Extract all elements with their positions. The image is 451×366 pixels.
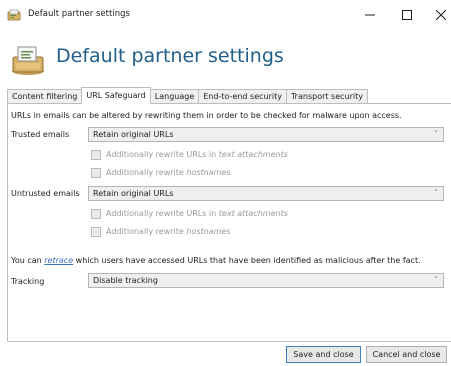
- trusted-emails-value: Retain original URLs: [93, 130, 174, 139]
- tracking-value: Disable tracking: [93, 276, 158, 285]
- untrusted-emails-select[interactable]: Retain original URLs ˅: [88, 186, 444, 201]
- tracking-select[interactable]: Disable tracking ˅: [88, 273, 444, 288]
- cancel-and-close-button[interactable]: Cancel and close: [366, 346, 447, 363]
- untrusted-rewrite-hostnames-label: Additionally rewrite hostnames: [106, 227, 231, 236]
- trusted-emails-select[interactable]: Retain original URLs ˅: [88, 127, 444, 142]
- intro-text: URLs in emails can be altered by rewriti…: [11, 111, 402, 120]
- chevron-down-icon: ˅: [434, 276, 439, 284]
- close-icon: [436, 10, 446, 20]
- tab-end-to-end-security[interactable]: End-to-end security: [198, 89, 287, 104]
- trusted-rewrite-hostnames-checkbox[interactable]: [91, 168, 101, 178]
- save-and-close-button[interactable]: Save and close: [286, 346, 361, 363]
- window-title: Default partner settings: [28, 9, 130, 19]
- trusted-rewrite-attachments-checkbox[interactable]: [91, 150, 101, 160]
- trusted-rewrite-hostnames-label: Additionally rewrite hostnames: [106, 168, 231, 177]
- trusted-emails-label: Trusted emails: [11, 130, 70, 139]
- title-bar: Default partner settings: [0, 0, 451, 30]
- minimize-icon: [365, 14, 375, 16]
- tab-language[interactable]: Language: [149, 89, 200, 104]
- tracking-label: Tracking: [11, 277, 45, 286]
- page-title: Default partner settings: [56, 45, 284, 67]
- untrusted-rewrite-attachments-checkbox[interactable]: [91, 209, 101, 219]
- tab-url-safeguard[interactable]: URL Safeguard: [81, 87, 151, 104]
- untrusted-rewrite-hostnames-checkbox[interactable]: [91, 227, 101, 237]
- tab-content-filtering[interactable]: Content filtering: [7, 89, 83, 104]
- retrace-link[interactable]: retrace: [44, 256, 73, 265]
- panel-bottom-border: [7, 341, 451, 342]
- close-button[interactable]: [420, 0, 451, 30]
- chevron-down-icon: ˅: [434, 189, 439, 197]
- chevron-down-icon: ˅: [434, 130, 439, 138]
- partner-settings-icon: [7, 9, 21, 21]
- partner-settings-large-icon: [12, 46, 44, 75]
- tab-transport-security[interactable]: Transport security: [285, 89, 368, 104]
- untrusted-emails-value: Retain original URLs: [93, 189, 174, 198]
- tab-bar: Content filtering URL Safeguard Language…: [7, 87, 368, 104]
- minimize-button[interactable]: [349, 0, 391, 30]
- settings-window: Default partner settings Default partner…: [0, 0, 451, 366]
- untrusted-emails-label: Untrusted emails: [11, 189, 80, 198]
- trusted-rewrite-attachments-label: Additionally rewrite URLs in text attach…: [106, 150, 288, 159]
- maximize-icon: [402, 10, 412, 20]
- retrace-text: You can retrace which users have accesse…: [11, 256, 421, 265]
- untrusted-rewrite-attachments-label: Additionally rewrite URLs in text attach…: [106, 209, 288, 218]
